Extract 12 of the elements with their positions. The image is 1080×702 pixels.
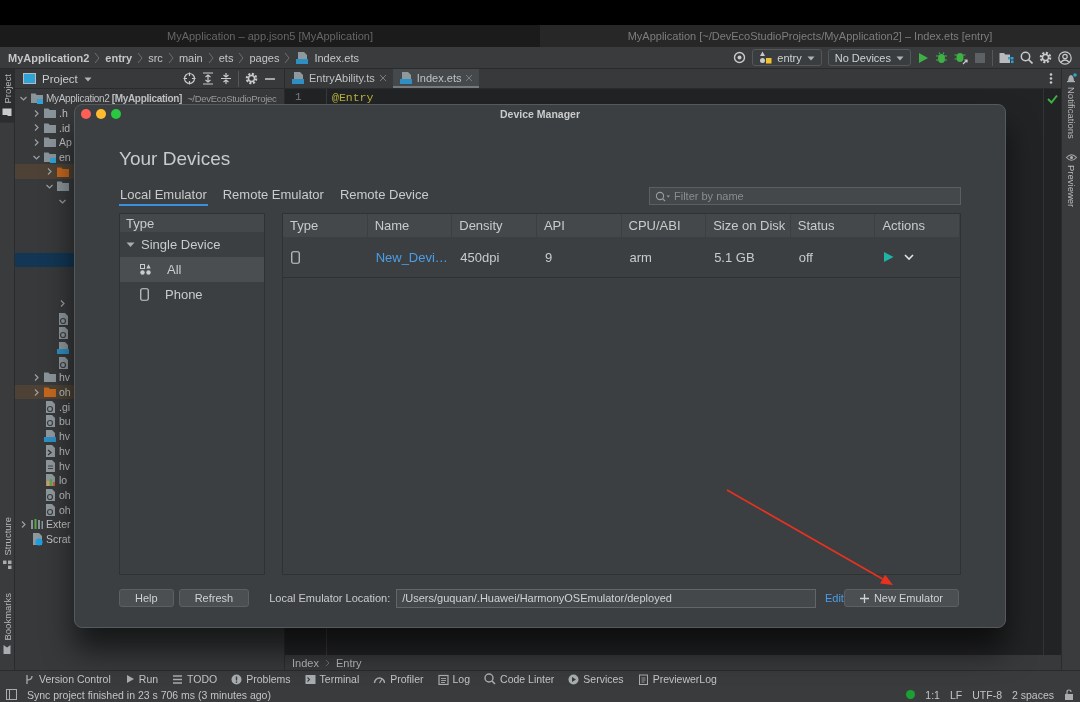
table-cell: 450dpi xyxy=(460,249,500,265)
code-line: @Entry xyxy=(332,91,375,104)
table-cell: 5.1 GB xyxy=(714,249,755,265)
table-cell: 9 xyxy=(544,249,553,265)
table-cell: off xyxy=(798,249,813,265)
dialog-heading: Your Devices xyxy=(119,147,232,171)
dialog-title: Device Manager xyxy=(500,108,580,120)
status-message: Sync project finished in 23 s 706 ms (3 minutes ago) xyxy=(27,688,271,701)
table-cell: arm xyxy=(629,249,652,265)
line-number: 1 xyxy=(294,91,303,103)
column-header: Type xyxy=(120,214,264,232)
field-label: Local Emulator Location: xyxy=(269,592,391,604)
